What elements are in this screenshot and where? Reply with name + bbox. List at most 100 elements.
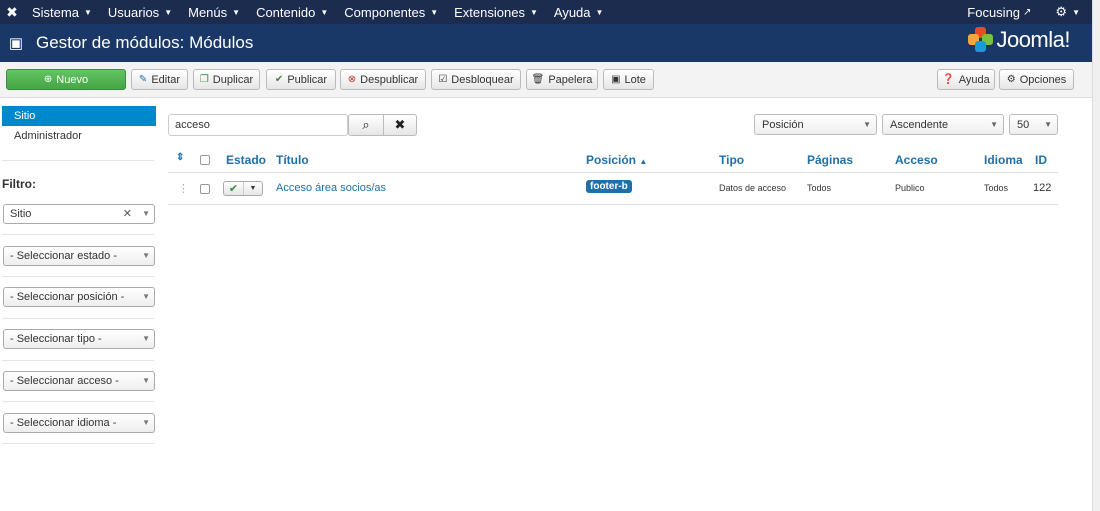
menu-label: Usuarios	[107, 4, 160, 20]
chevron-down-icon: ▼	[142, 209, 150, 218]
drag-handle-icon[interactable]: ⋮	[178, 182, 189, 195]
access-filter-select[interactable]: - Seleccionar acceso - ▼	[3, 371, 155, 391]
external-link-icon: ↗	[1023, 6, 1032, 18]
caret-down-icon: ▼	[83, 7, 92, 17]
trash-button[interactable]: 🗑 Papelera	[526, 69, 598, 90]
gear-icon: ⚙	[1055, 4, 1068, 19]
check-all-checkbox[interactable]	[200, 155, 210, 165]
menu-ayuda[interactable]: Ayuda ▼	[546, 0, 612, 24]
checkin-button[interactable]: ☑ Desbloquear	[431, 69, 521, 90]
col-estado[interactable]: Estado	[226, 153, 266, 167]
menu-componentes[interactable]: Componentes ▼	[336, 0, 446, 24]
new-button-label: Nuevo	[56, 73, 89, 86]
help-button-label: Ayuda	[958, 73, 990, 86]
caret-down-icon: ▼	[595, 7, 604, 17]
batch-button[interactable]: ▣ Lote	[603, 69, 654, 90]
sidebar-nav: Sitio Administrador	[2, 106, 156, 146]
position-badge: footer-b	[586, 180, 632, 193]
search-input[interactable]: acceso	[168, 114, 348, 136]
language-filter-select[interactable]: - Seleccionar idioma - ▼	[3, 413, 155, 433]
order-by-value: Posición	[762, 118, 804, 131]
duplicate-button-label: Duplicar	[212, 73, 254, 86]
caret-down-icon: ▼	[320, 7, 329, 17]
trash-icon: 🗑	[531, 74, 545, 85]
state-filter-value: - Seleccionar estado -	[10, 250, 117, 262]
col-tipo[interactable]: Tipo	[719, 153, 744, 167]
menu-usuarios[interactable]: Usuarios ▼	[100, 0, 180, 24]
row-checkbox[interactable]	[200, 184, 210, 194]
new-button[interactable]: ⊕ Nuevo	[6, 69, 126, 90]
close-circle-icon: ⊗	[347, 74, 357, 85]
menu-label: Componentes	[344, 4, 426, 20]
direction-select[interactable]: Ascendente ▼	[882, 114, 1004, 135]
sidebar: Sitio Administrador Filtro: Sitio ✕ ▼ - …	[0, 98, 160, 511]
menu-sistema[interactable]: Sistema ▼	[24, 0, 100, 24]
menu-contenido[interactable]: Contenido ▼	[248, 0, 336, 24]
gear-icon: ⚙	[1006, 74, 1016, 85]
order-by-select[interactable]: Posición ▼	[754, 114, 877, 135]
unpublish-button-label: Despublicar	[360, 73, 419, 86]
site-link-label: Focusing	[967, 4, 1021, 20]
module-pages: Todos	[807, 183, 832, 193]
edit-button-label: Editar	[151, 73, 181, 86]
col-acceso[interactable]: Acceso	[895, 153, 938, 167]
table-header-row: ⇕ Estado Título Posición ▲ Tipo Páginas …	[168, 148, 1058, 173]
publish-button-label: Publicar	[287, 73, 328, 86]
clear-search-button[interactable]: ✖	[384, 114, 417, 136]
position-filter-select[interactable]: - Seleccionar posición - ▼	[3, 287, 155, 307]
joomla-icon[interactable]: ✖	[0, 0, 24, 24]
col-posicion[interactable]: Posición ▲	[586, 153, 647, 167]
batch-button-label: Lote	[624, 73, 646, 86]
close-icon[interactable]: ✕	[123, 207, 132, 220]
col-paginas[interactable]: Páginas	[807, 153, 853, 167]
caret-down-icon[interactable]: ▼	[244, 185, 262, 192]
plus-circle-icon: ⊕	[43, 74, 53, 85]
publish-button[interactable]: ✔ Publicar	[266, 69, 336, 90]
filter-label: Filtro:	[2, 177, 36, 191]
edit-icon: ✎	[138, 74, 148, 85]
scrollbar[interactable]	[1092, 0, 1100, 511]
joomla-logo: Joomla!	[968, 27, 1070, 53]
limit-value: 50	[1017, 118, 1030, 131]
chevron-down-icon: ▼	[142, 334, 150, 343]
edit-button[interactable]: ✎ Editar	[131, 69, 188, 90]
client-filter-select[interactable]: Sitio ✕ ▼	[3, 204, 155, 224]
col-titulo[interactable]: Título	[276, 153, 309, 167]
type-filter-value: - Seleccionar tipo -	[10, 333, 102, 345]
sort-ordering-icon[interactable]: ⇕	[176, 152, 184, 163]
menu-menus[interactable]: Menús ▼	[180, 0, 248, 24]
caret-down-icon: ▼	[1072, 7, 1080, 17]
square-icon: ▣	[611, 74, 621, 85]
caret-down-icon: ▼	[529, 7, 538, 17]
options-button[interactable]: ⚙ Opciones	[999, 69, 1074, 90]
check-icon: ✔	[274, 74, 284, 85]
status-toggle[interactable]: ✔ ▼	[223, 181, 263, 196]
module-language: Todos	[984, 183, 1009, 193]
main-menu: Sistema ▼ Usuarios ▼ Menús ▼ Contenido ▼ Com…	[24, 0, 611, 24]
sidebar-item-administrador[interactable]: Administrador	[2, 126, 156, 146]
published-check-icon[interactable]: ✔	[224, 182, 244, 195]
nav-right: Focusing ↗ ⚙ ▼	[955, 0, 1092, 24]
language-filter-value: - Seleccionar idioma -	[10, 417, 117, 429]
joomla-logo-text: Joomla!	[996, 27, 1070, 52]
chevron-down-icon: ▼	[142, 251, 150, 260]
trash-button-label: Papelera	[548, 73, 593, 86]
type-filter-select[interactable]: - Seleccionar tipo - ▼	[3, 329, 155, 349]
col-id[interactable]: ID	[1035, 153, 1047, 167]
top-navbar: ✖ Sistema ▼ Usuarios ▼ Menús ▼ Contenido ▼ C…	[0, 0, 1092, 24]
unpublish-button[interactable]: ⊗ Despublicar	[340, 69, 426, 90]
menu-extensiones[interactable]: Extensiones ▼	[446, 0, 546, 24]
user-settings-menu[interactable]: ⚙ ▼	[1043, 0, 1092, 24]
module-title-link[interactable]: Acceso área socios/as	[276, 182, 386, 194]
chevron-down-icon: ▼	[1044, 120, 1052, 129]
limit-select[interactable]: 50 ▼	[1009, 114, 1058, 135]
help-button[interactable]: ❓ Ayuda	[937, 69, 995, 90]
module-id: 122	[1033, 182, 1052, 194]
site-link[interactable]: Focusing ↗	[955, 0, 1043, 24]
col-idioma[interactable]: Idioma	[984, 153, 1023, 167]
duplicate-button[interactable]: ❐ Duplicar	[193, 69, 260, 90]
module-type: Datos de acceso	[719, 183, 787, 193]
sidebar-item-sitio[interactable]: Sitio	[2, 106, 156, 126]
search-button[interactable]: ⌕	[348, 114, 384, 136]
state-filter-select[interactable]: - Seleccionar estado - ▼	[3, 246, 155, 266]
